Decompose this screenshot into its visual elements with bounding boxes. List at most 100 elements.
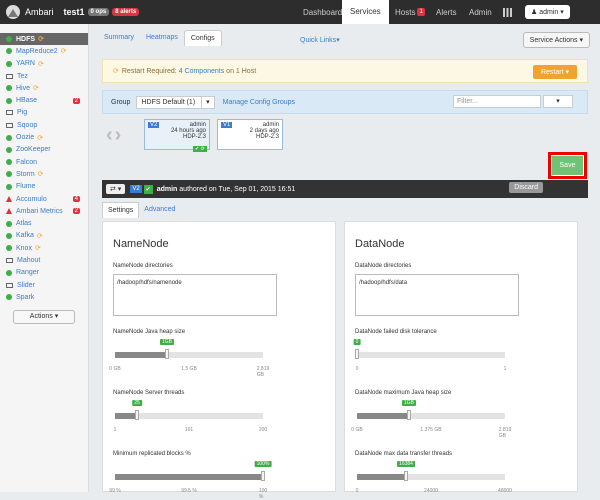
sidebar-item-ambari-metrics[interactable]: Ambari Metrics 2 (0, 205, 88, 217)
datanode-dirs-textarea[interactable]: /hadoop/hdfs/data (355, 274, 519, 316)
actions-button[interactable]: Actions ▾ (13, 309, 75, 324)
manage-config-groups-link[interactable]: Manage Config Groups (223, 99, 295, 106)
sidebar-item-hdfs[interactable]: HDFS ⟳ (0, 33, 88, 46)
sidebar-item-slider[interactable]: Slider (0, 279, 88, 291)
restart-needed-icon: ⟳ (37, 134, 44, 142)
namenode-dirs-textarea[interactable]: /hadoop/hdfs/namenode (113, 274, 277, 316)
sidebar-item-label: Atlas (16, 220, 32, 228)
sidebar-item-falcon[interactable]: Falcon (0, 156, 88, 168)
sidebar-item-knox[interactable]: Knox ⟳ (0, 242, 88, 254)
brand-name[interactable]: Ambari (25, 7, 54, 17)
slider-track[interactable] (357, 352, 505, 358)
nav-hosts[interactable]: Hosts 1 (395, 0, 425, 24)
slider-handle[interactable] (261, 471, 265, 481)
datanode-transfer-threads-slider[interactable]: 16384 (357, 461, 505, 484)
sidebar-item-sqoop[interactable]: Sqoop (0, 119, 88, 131)
status-ok-icon (6, 36, 12, 43)
tab-advanced[interactable]: Advanced (139, 202, 180, 218)
user-menu[interactable]: ♟ admin ▾ (525, 0, 570, 24)
restart-needed-icon: ⟳ (60, 48, 67, 56)
datanode-heap-slider[interactable]: 1GB (357, 400, 505, 423)
namenode-threads-slider[interactable]: 25 (115, 400, 263, 423)
restart-needed-icon: ⟳ (33, 85, 39, 93)
namenode-panel: NameNode NameNode directories /hadoop/hd… (102, 221, 336, 500)
slider-handle[interactable] (135, 410, 139, 420)
service-tabs: Summary Heatmaps Configs (98, 30, 222, 46)
version-box-v2[interactable]: V2 admin 24 hours ago HDP-2.3 ✔ ⟳ (144, 119, 210, 152)
user-name: admin (539, 9, 559, 16)
alert-count-badge: 2 (72, 97, 80, 104)
replicated-blocks-slider[interactable]: 100% (115, 461, 272, 484)
sidebar-item-label: Slider (17, 281, 35, 289)
slider-value-badge: 1GB (401, 400, 417, 406)
sidebar-item-hbase[interactable]: HBase 2 (0, 94, 88, 106)
sidebar-item-kafka[interactable]: Kafka ⟳ (0, 230, 88, 242)
sidebar-item-ranger[interactable]: Ranger (0, 267, 88, 279)
sidebar-item-label: MapReduce2 (16, 47, 58, 55)
sidebar-item-mahout[interactable]: Mahout (0, 254, 88, 266)
sidebar-item-label: Mahout (17, 256, 41, 264)
sidebar-item-pig[interactable]: Pig (0, 107, 88, 119)
restart-needed-icon: ⟳ (37, 60, 44, 68)
nav-admin[interactable]: Admin (469, 0, 492, 24)
sidebar-item-mapreduce2[interactable]: MapReduce2 ⟳ (0, 45, 88, 57)
service-actions-button[interactable]: Service Actions ▾ (522, 32, 590, 48)
ambari-logo-icon[interactable] (6, 5, 20, 19)
nav-alerts[interactable]: Alerts (436, 0, 456, 24)
slider-handle[interactable] (355, 349, 359, 359)
sidebar-item-yarn[interactable]: YARN ⟳ (0, 58, 88, 70)
group-label: Group (111, 98, 131, 106)
ops-badge[interactable]: 0 ops (87, 8, 110, 16)
sidebar-item-storm[interactable]: Storm ⟳ (0, 168, 88, 180)
namenode-heap-slider[interactable]: 1GB (115, 339, 263, 362)
status-ok-icon (6, 159, 12, 166)
slider-tick-label: 24000 (424, 488, 438, 494)
tab-heatmaps[interactable]: Heatmaps (140, 30, 184, 46)
slider-handle[interactable] (407, 410, 411, 420)
sidebar-item-atlas[interactable]: Atlas (0, 217, 88, 229)
slider-tick-label: 0 (355, 366, 359, 372)
discard-button[interactable]: Discard (509, 182, 543, 193)
sidebar-item-spark[interactable]: Spark (0, 291, 88, 303)
nav-dashboard[interactable]: Dashboard (303, 0, 342, 24)
main-content: Summary Heatmaps Configs Quick Links▾ Se… (98, 24, 594, 500)
cluster-name[interactable]: test1 (64, 7, 85, 17)
slider-handle[interactable] (165, 349, 169, 359)
status-ok-icon (6, 60, 12, 67)
datanode-title: DataNode (355, 238, 405, 250)
sidebar-item-accumulo[interactable]: Accumulo 4 (0, 193, 88, 205)
sidebar-item-flume[interactable]: Flume (0, 181, 88, 193)
restart-needed-icon: ⟳ (34, 245, 41, 253)
sidebar-item-tez[interactable]: Tez (0, 70, 88, 82)
tab-configs[interactable]: Configs (183, 30, 222, 46)
status-ok-icon (6, 134, 12, 141)
save-button[interactable]: Save (548, 152, 587, 179)
datanode-failed-disk-slider[interactable]: 0 (353, 339, 505, 362)
filter-dropdown-button[interactable]: ▾ (543, 95, 573, 108)
slider-tick-label: 100 % (258, 488, 268, 500)
sidebar-item-label: ZooKeeper (16, 146, 51, 154)
tab-summary[interactable]: Summary (98, 30, 140, 46)
slider-value-badge: 100% (254, 461, 272, 467)
current-version-icon: ✔ ⟳ (193, 146, 207, 152)
tab-settings[interactable]: Settings (102, 202, 140, 218)
status-ok-icon (6, 269, 12, 276)
nav-services[interactable]: Services (342, 0, 389, 24)
version-box-v1[interactable]: V1 admin 2 days ago HDP-2.3 (217, 119, 283, 150)
restart-needed-icon: ⟳ (38, 36, 44, 44)
version-nav-arrows[interactable]: ‹› (106, 124, 123, 147)
sidebar-item-label: HBase (16, 97, 38, 105)
slider-handle[interactable] (404, 471, 408, 481)
sidebar-item-hive[interactable]: Hive ⟳ (0, 82, 88, 94)
views-grid-icon[interactable] (503, 0, 512, 24)
filter-input[interactable]: Filter... (453, 95, 541, 108)
quick-links-dropdown[interactable]: Quick Links▾ (300, 36, 340, 44)
alerts-badge[interactable]: 8 alerts (112, 8, 140, 16)
restart-components-link[interactable]: 4 Components (179, 68, 225, 75)
slider-value-badge: 0 (353, 339, 361, 345)
sidebar-item-zookeeper[interactable]: ZooKeeper (0, 144, 88, 156)
sidebar-item-oozie[interactable]: Oozie ⟳ (0, 131, 88, 143)
compare-shuffle-button[interactable]: ⇄ ▾ (106, 184, 126, 194)
config-group-select[interactable]: HDFS Default (1) ▾ (136, 95, 215, 109)
restart-button[interactable]: Restart ▾ (532, 65, 577, 79)
